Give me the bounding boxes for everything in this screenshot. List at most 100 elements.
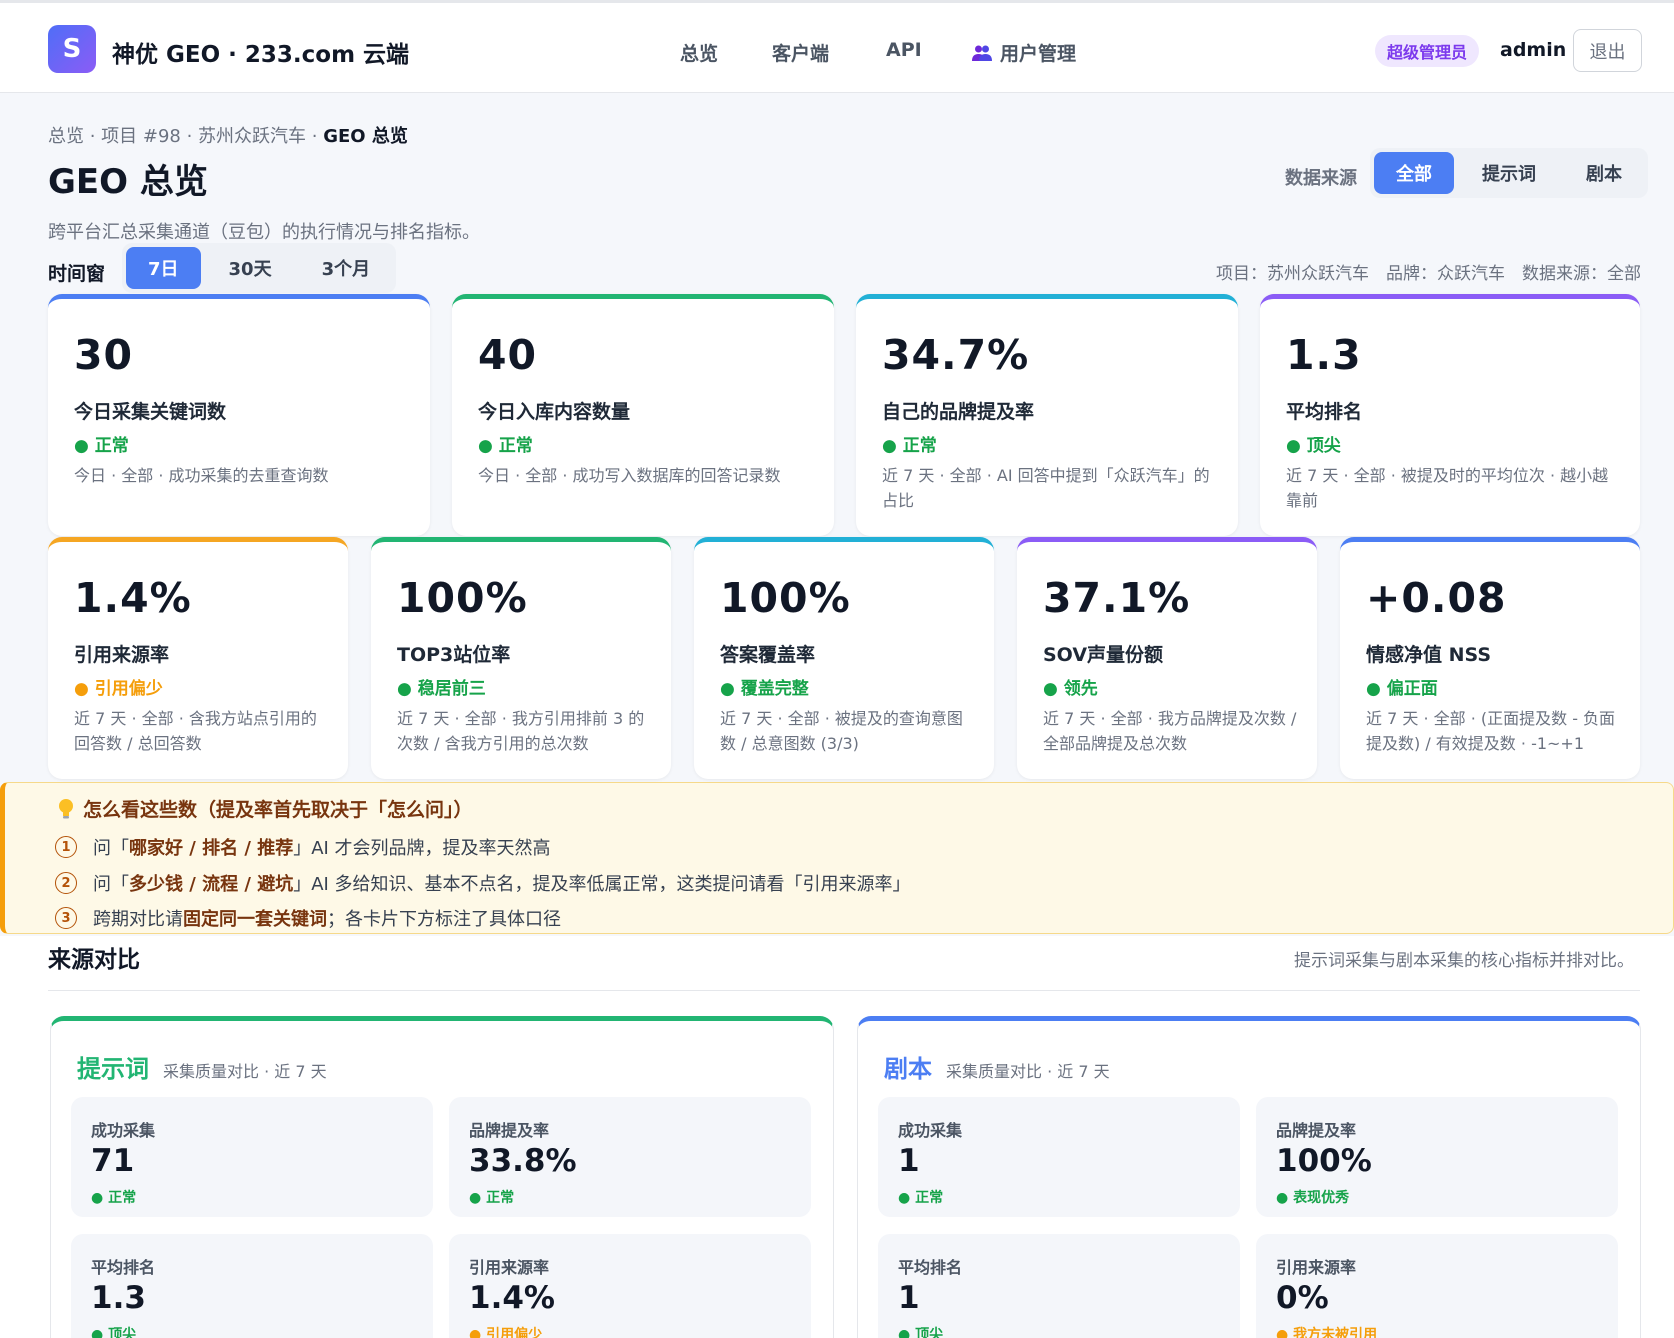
- source-filter: 全部 提示词 剧本: [1370, 148, 1648, 198]
- time-option-7d[interactable]: 7日: [126, 247, 201, 289]
- stat-status: ● 覆盖完整: [720, 679, 809, 699]
- metric-value: 100%: [1276, 1143, 1372, 1179]
- stat-card-content-today: 40 今日入库内容数量 ● 正常 今日 · 全部 · 成功写入数据库的回答记录数: [452, 294, 834, 536]
- nav-user-management-label: 用户管理: [1000, 43, 1077, 65]
- filter-summary: 项目：苏州众跃汽车 品牌：众跃汽车 数据来源：全部: [1216, 264, 1641, 284]
- stat-label: 情感净值 NSS: [1366, 644, 1492, 666]
- metric-status: ● 我方未被引用: [1276, 1327, 1378, 1338]
- top-navbar: S 神优 GEO · 233.com 云端 总览 客户端 API 用户管理 超级…: [0, 0, 1674, 93]
- metric-value: 1: [898, 1143, 920, 1179]
- app-logo[interactable]: S: [48, 25, 96, 73]
- stat-label: 引用来源率: [74, 644, 170, 666]
- source-option-prompt[interactable]: 提示词: [1460, 152, 1558, 194]
- metric-value: 71: [91, 1143, 135, 1179]
- nav-overview[interactable]: 总览: [680, 39, 718, 66]
- metric-citation-rate: 引用来源率 1.4% ● 引用偏少: [449, 1234, 811, 1338]
- stat-card-answer-coverage: 100% 答案覆盖率 ● 覆盖完整 近 7 天 · 全部 · 被提及的查询意图数…: [694, 537, 994, 779]
- stat-description: 近 7 天 · 全部 · (正面提及数 - 负面提及数) / 有效提及数 · -…: [1366, 709, 1616, 753]
- tip-number: 1: [55, 836, 77, 858]
- stat-card-citation-rate: 1.4% 引用来源率 ● 引用偏少 近 7 天 · 全部 · 含我方站点引用的回…: [48, 537, 348, 779]
- metric-status: ● 顶尖: [898, 1327, 944, 1338]
- time-option-30d[interactable]: 30天: [207, 247, 294, 289]
- metric-average-rank: 平均排名 1 ● 顶尖: [878, 1234, 1240, 1338]
- tips-panel: 怎么看这些数（提及率首先取决于「怎么问」） 1 问「哪家好 / 排名 / 推荐」…: [0, 782, 1674, 934]
- metric-label: 平均排名: [898, 1258, 963, 1277]
- section-divider: [48, 990, 1640, 991]
- tip-number: 3: [55, 907, 77, 929]
- metric-success: 成功采集 71 ● 正常: [71, 1097, 433, 1217]
- tip-item: 3 跨期对比请固定同一套关键词；各卡片下方标注了具体口径: [55, 905, 561, 931]
- tip-item: 1 问「哪家好 / 排名 / 推荐」AI 才会列品牌，提及率天然高: [55, 834, 551, 860]
- metric-status: ● 顶尖: [91, 1327, 137, 1338]
- metric-label: 品牌提及率: [1276, 1121, 1357, 1140]
- stat-card-brand-mention-rate: 34.7% 自己的品牌提及率 ● 正常 近 7 天 · 全部 · AI 回答中提…: [856, 294, 1238, 536]
- metric-status: ● 引用偏少: [469, 1327, 543, 1338]
- metric-label: 成功采集: [898, 1121, 963, 1140]
- metric-success: 成功采集 1 ● 正常: [878, 1097, 1240, 1217]
- tip-text: 问「哪家好 / 排名 / 推荐」AI 才会列品牌，提及率天然高: [93, 838, 551, 859]
- stat-label: 答案覆盖率: [720, 644, 816, 666]
- tip-number: 2: [55, 872, 77, 894]
- stat-label: 今日入库内容数量: [478, 401, 631, 423]
- stat-value: +0.08: [1366, 574, 1507, 622]
- section-title: 来源对比: [48, 947, 140, 973]
- nav-client[interactable]: 客户端: [772, 39, 829, 66]
- logout-button[interactable]: 退出: [1573, 29, 1642, 72]
- nav-api[interactable]: API: [886, 39, 922, 61]
- metric-value: 33.8%: [469, 1143, 577, 1179]
- tips-title: 怎么看这些数（提及率首先取决于「怎么问」）: [57, 795, 473, 822]
- source-option-script[interactable]: 剧本: [1564, 152, 1644, 194]
- breadcrumb-path[interactable]: 总览 · 项目 #98 · 苏州众跃汽车 ·: [48, 126, 323, 147]
- stat-description: 今日 · 全部 · 成功写入数据库的回答记录数: [478, 466, 781, 485]
- metric-status: ● 正常: [898, 1190, 944, 1206]
- username[interactable]: admin: [1500, 39, 1566, 61]
- stat-card-nss: +0.08 情感净值 NSS ● 偏正面 近 7 天 · 全部 · (正面提及数…: [1340, 537, 1640, 779]
- stat-status: ● 引用偏少: [74, 679, 163, 699]
- section-subtitle: 提示词采集与剧本采集的核心指标并排对比。: [1294, 951, 1634, 971]
- metric-average-rank: 平均排名 1.3 ● 顶尖: [71, 1234, 433, 1338]
- stat-label: 自己的品牌提及率: [882, 401, 1035, 423]
- stat-description: 近 7 天 · 全部 · AI 回答中提到「众跃汽车」的占比: [882, 466, 1210, 510]
- stat-description: 近 7 天 · 全部 · 含我方站点引用的回答数 / 总回答数: [74, 709, 317, 753]
- nav-user-management[interactable]: 用户管理: [972, 39, 1076, 66]
- metric-label: 成功采集: [91, 1121, 156, 1140]
- compare-card-title: 剧本 采集质量对比 · 近 7 天: [884, 1049, 1110, 1084]
- metric-label: 引用来源率: [469, 1258, 550, 1277]
- source-option-all[interactable]: 全部: [1374, 152, 1454, 194]
- metric-status: ● 正常: [91, 1190, 137, 1206]
- tip-item: 2 问「多少钱 / 流程 / 避坑」AI 多给知识、基本不点名，提及率低属正常，…: [55, 870, 911, 896]
- source-filter-label: 数据来源: [1285, 168, 1357, 189]
- stat-value: 100%: [397, 574, 528, 622]
- stat-value: 30: [74, 331, 134, 379]
- stat-status: ● 稳居前三: [397, 679, 486, 699]
- stat-status: ● 正常: [882, 436, 937, 456]
- metric-mention-rate: 品牌提及率 100% ● 表现优秀: [1256, 1097, 1618, 1217]
- stat-value: 40: [478, 331, 538, 379]
- stat-status: ● 偏正面: [1366, 679, 1438, 699]
- role-badge: 超级管理员: [1375, 35, 1480, 67]
- stat-card-average-rank: 1.3 平均排名 ● 顶尖 近 7 天 · 全部 · 被提及时的平均位次 · 越…: [1260, 294, 1640, 536]
- users-icon: [972, 45, 992, 61]
- time-window-filter: 7日 30天 3个月: [122, 243, 397, 293]
- time-option-3m[interactable]: 3个月: [300, 247, 393, 289]
- stat-status: ● 领先: [1043, 679, 1098, 699]
- metric-value: 1.4%: [469, 1280, 555, 1316]
- stat-description: 今日 · 全部 · 成功采集的去重查询数: [74, 466, 329, 485]
- brand-title: 神优 GEO · 233.com 云端: [112, 42, 410, 68]
- stat-card-keywords-today: 30 今日采集关键词数 ● 正常 今日 · 全部 · 成功采集的去重查询数: [48, 294, 430, 536]
- stat-value: 37.1%: [1043, 574, 1191, 622]
- compare-card-name: 提示词: [77, 1055, 149, 1083]
- metric-status: ● 正常: [469, 1190, 515, 1206]
- stat-card-top3-rate: 100% TOP3站位率 ● 稳居前三 近 7 天 · 全部 · 我方引用排前 …: [371, 537, 671, 779]
- breadcrumb-current: GEO 总览: [323, 126, 408, 147]
- compare-card-title: 提示词 采集质量对比 · 近 7 天: [77, 1049, 327, 1084]
- stat-description: 近 7 天 · 全部 · 我方引用排前 3 的次数 / 含我方引用的总次数: [397, 709, 645, 753]
- metric-label: 品牌提及率: [469, 1121, 550, 1140]
- stat-description: 近 7 天 · 全部 · 被提及时的平均位次 · 越小越靠前: [1286, 466, 1609, 510]
- stat-label: SOV声量份额: [1043, 644, 1164, 666]
- compare-card-script: 剧本 采集质量对比 · 近 7 天 成功采集 1 ● 正常 品牌提及率 100%…: [857, 1016, 1641, 1338]
- stat-value: 1.4%: [74, 574, 192, 622]
- tips-title-text: 怎么看这些数（提及率首先取决于「怎么问」）: [83, 799, 473, 821]
- tip-text: 跨期对比请固定同一套关键词；各卡片下方标注了具体口径: [93, 909, 561, 930]
- metric-status: ● 表现优秀: [1276, 1190, 1350, 1206]
